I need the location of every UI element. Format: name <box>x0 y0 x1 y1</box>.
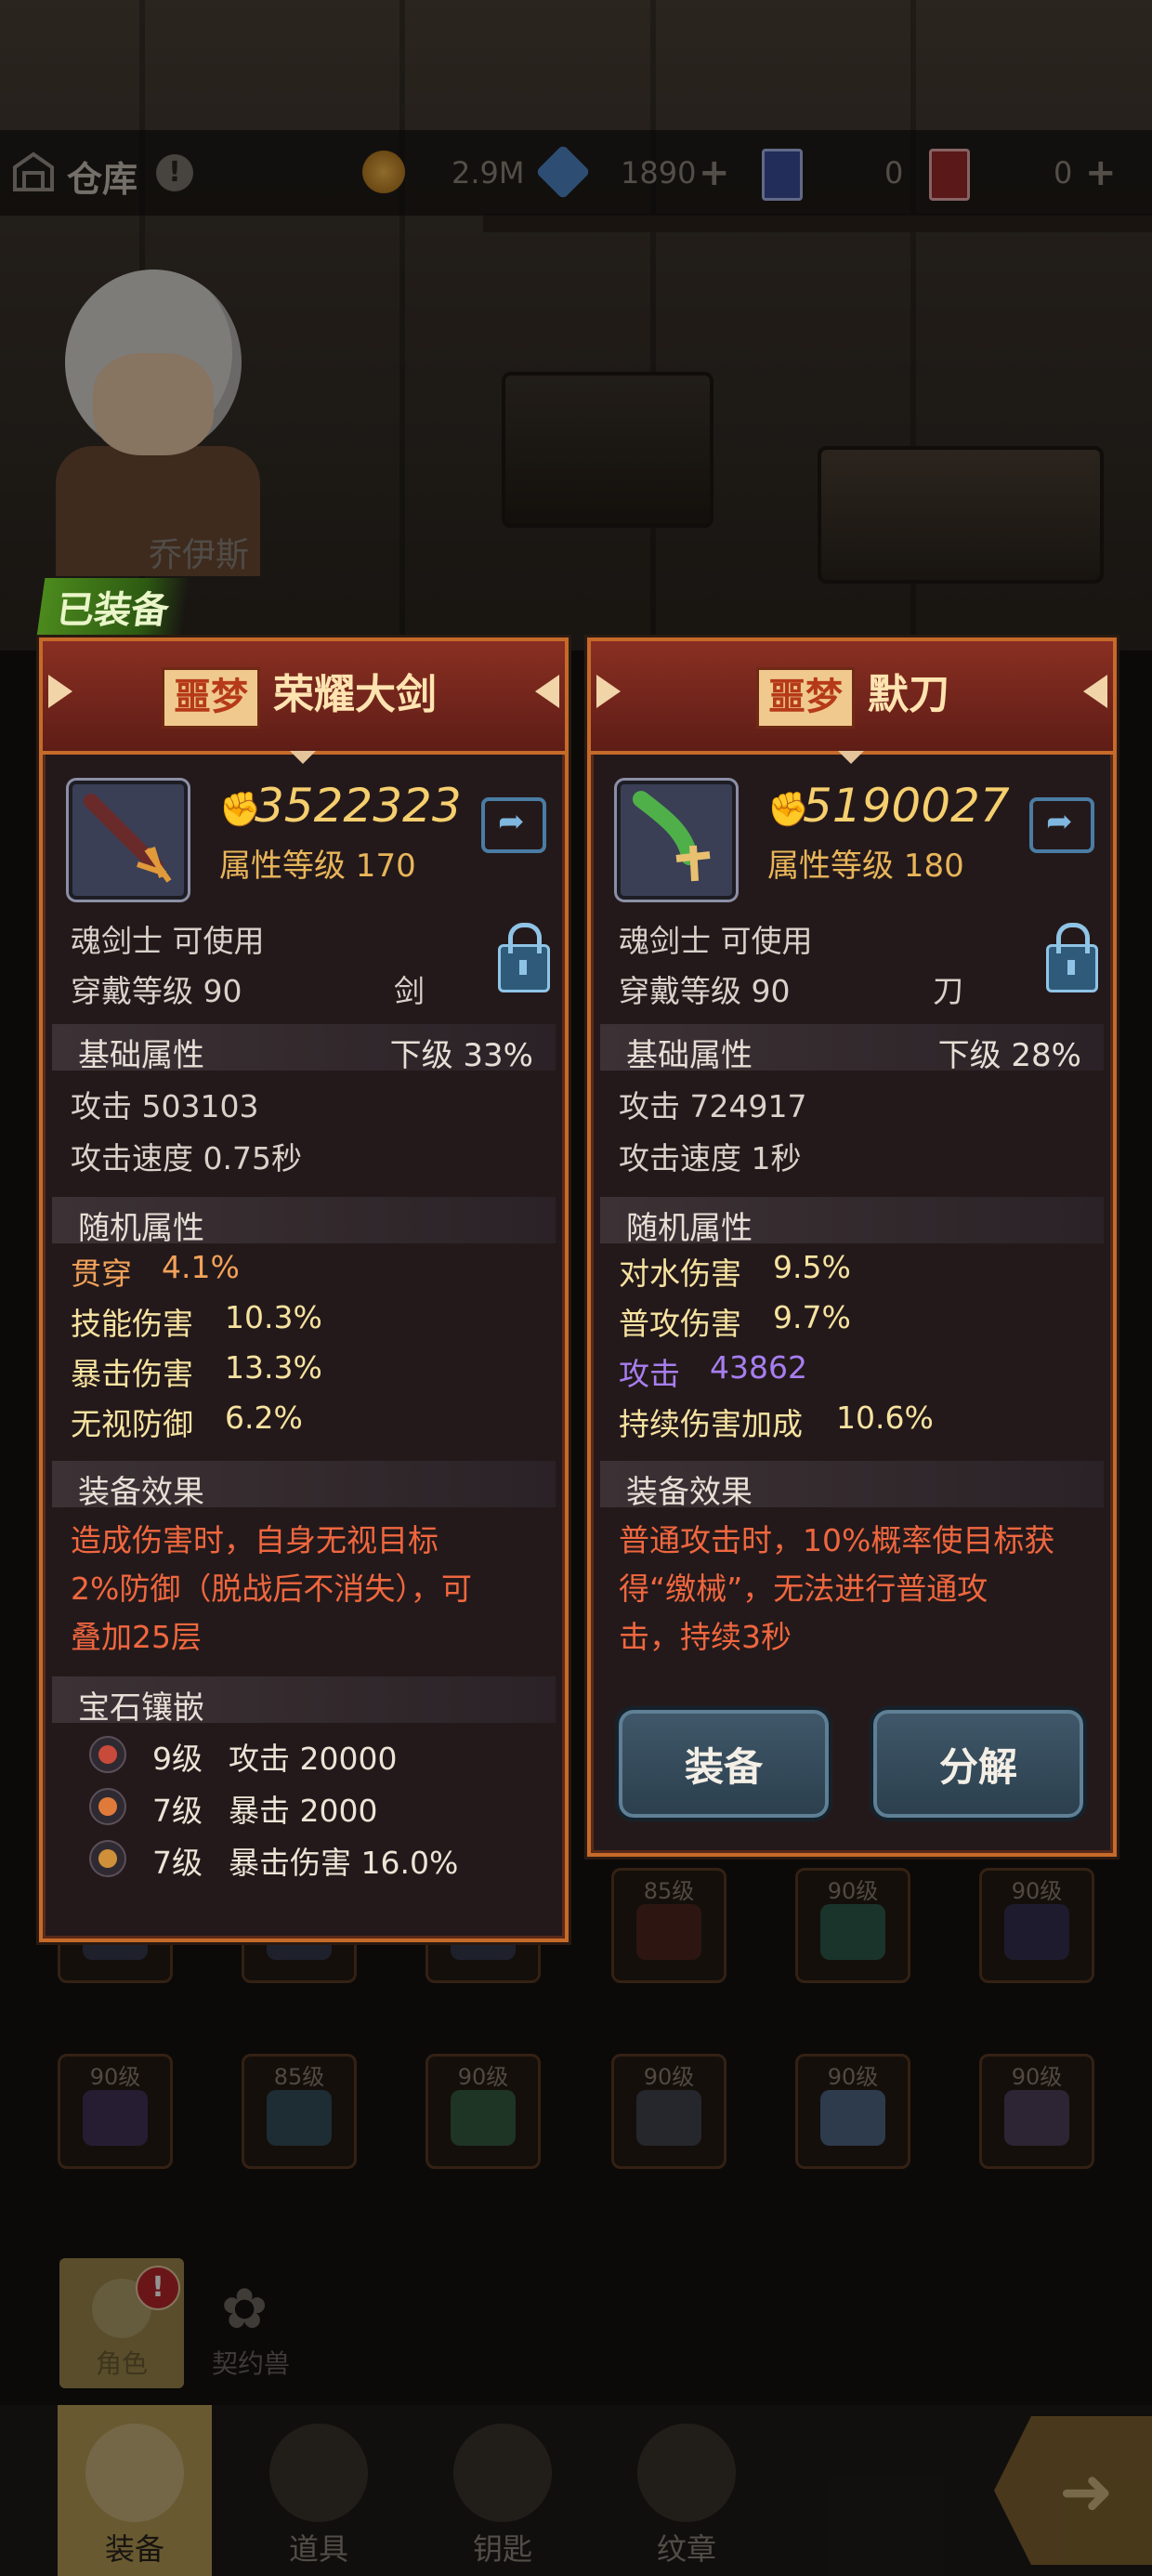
item-name: 荣耀大剑 <box>273 671 437 718</box>
triangle-left-icon <box>596 675 621 708</box>
attribute-level: 属性等级 180 <box>767 848 964 885</box>
share-icon: ➦ <box>498 803 525 840</box>
rarity-badge: 噩梦 <box>162 667 260 729</box>
divider-notch <box>290 751 316 764</box>
random-stat-label: 贯穿 <box>71 1255 132 1292</box>
random-stat-value: 10.3% <box>225 1299 322 1335</box>
item-name: 默刀 <box>868 671 949 718</box>
equip-effect-text: 普通攻击时，10%概率使目标获 得“缴械”，无法进行普通攻 击，持续3秒 <box>619 1522 1055 1655</box>
gem-icon <box>89 1736 126 1773</box>
gem-icon <box>89 1840 126 1877</box>
equipped-tag: 已装备 <box>36 578 190 636</box>
class-usable: 魂剑士 可使用 <box>619 923 813 959</box>
equip-effect-header: 装备效果 <box>52 1461 556 1511</box>
random-stat-label: 持续伤害加成 <box>619 1406 803 1442</box>
base-stat: 攻击 503103 <box>71 1088 259 1124</box>
dismantle-button[interactable]: 分解 <box>870 1706 1087 1821</box>
divider-notch <box>838 751 864 764</box>
rarity-badge: 噩梦 <box>756 667 855 729</box>
weapon-type: 刀 <box>933 973 963 1009</box>
gem-icon <box>89 1788 126 1825</box>
class-usable: 魂剑士 可使用 <box>71 923 265 959</box>
wear-level: 穿戴等级 90 <box>619 973 791 1009</box>
lock-icon[interactable] <box>1046 923 1098 992</box>
equipped-item-panel: 噩梦 荣耀大剑 ✊ 3522323 属性等级 170 ➦ 魂剑士 可使用 穿戴等… <box>39 637 569 1942</box>
equip-effect-header: 装备效果 <box>600 1461 1104 1511</box>
random-attributes-header: 随机属性 <box>600 1197 1104 1247</box>
random-stat-value: 43862 <box>710 1349 807 1386</box>
gem-stat: 暴击伤害 16.0% <box>229 1845 459 1881</box>
item-header: 噩梦 默刀 <box>591 641 1113 755</box>
random-stat-label: 无视防御 <box>71 1406 193 1442</box>
gem-level: 7级 <box>152 1845 203 1881</box>
random-stat-value: 6.2% <box>225 1400 303 1436</box>
base-stat: 攻击速度 0.75秒 <box>71 1140 302 1176</box>
triangle-right-icon <box>1083 675 1107 708</box>
lock-icon[interactable] <box>498 923 550 992</box>
equip-button[interactable]: 装备 <box>615 1706 832 1821</box>
triangle-left-icon <box>48 675 72 708</box>
random-stat-value: 13.3% <box>225 1349 322 1386</box>
gem-level: 7级 <box>152 1793 203 1829</box>
weapon-type: 剑 <box>394 973 425 1009</box>
gem-level: 9级 <box>152 1741 203 1777</box>
attribute-level: 属性等级 170 <box>219 848 416 885</box>
base-attributes-header: 基础属性 下级 28% <box>600 1024 1104 1074</box>
random-stat-label: 普攻伤害 <box>619 1306 741 1342</box>
random-stat-label: 技能伤害 <box>71 1306 193 1342</box>
random-stat-label: 攻击 <box>619 1356 680 1392</box>
share-icon: ➦ <box>1046 803 1073 840</box>
share-button[interactable]: ➦ <box>481 797 546 853</box>
gem-socket-header: 宝石镶嵌 <box>52 1676 556 1727</box>
base-stat: 攻击 724917 <box>619 1088 807 1124</box>
random-stat-label: 对水伤害 <box>619 1255 741 1292</box>
item-header: 噩梦 荣耀大剑 <box>43 641 565 755</box>
gem-stat: 暴击 2000 <box>229 1793 378 1829</box>
random-stat-value: 9.7% <box>773 1299 851 1335</box>
random-attributes-header: 随机属性 <box>52 1197 556 1247</box>
compare-item-panel: 噩梦 默刀 ✊ 5190027 属性等级 180 ➦ 魂剑士 可使用 穿戴等级 … <box>587 637 1117 1857</box>
triangle-right-icon <box>535 675 559 708</box>
random-stat-value: 9.5% <box>773 1249 851 1285</box>
greatsword-icon <box>69 781 188 900</box>
blade-icon <box>617 781 736 900</box>
random-stat-value: 10.6% <box>836 1400 934 1436</box>
random-stat-label: 暴击伤害 <box>71 1356 193 1392</box>
equip-effect-text: 造成伤害时，自身无视目标 2%防御（脱战后不消失），可 叠加25层 <box>71 1522 472 1655</box>
power-score: 5190027 <box>803 779 1010 833</box>
power-score: 3522323 <box>255 779 462 833</box>
wear-level: 穿戴等级 90 <box>71 973 242 1009</box>
base-stat: 攻击速度 1秒 <box>619 1140 802 1176</box>
random-stat-value: 4.1% <box>162 1249 240 1285</box>
share-button[interactable]: ➦ <box>1029 797 1094 853</box>
base-attributes-header: 基础属性 下级 33% <box>52 1024 556 1074</box>
gem-stat: 攻击 20000 <box>229 1741 398 1777</box>
